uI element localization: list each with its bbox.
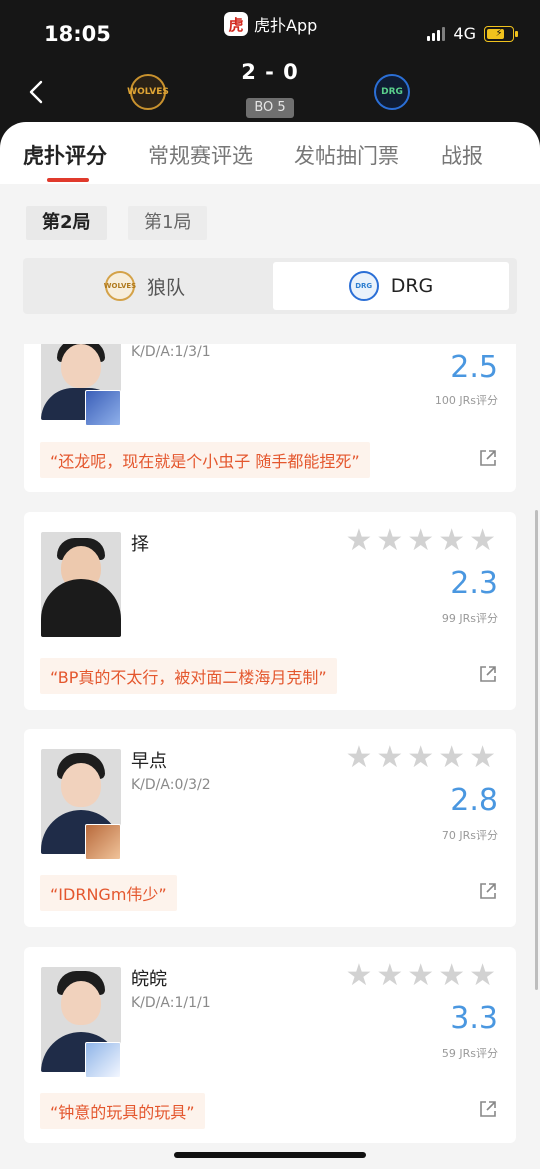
player-kda: K/D/A:1/1/1: [131, 995, 211, 1011]
star-icon[interactable]: ★: [345, 961, 372, 991]
player-score: 3.3: [450, 1001, 498, 1036]
star-icon[interactable]: ★: [407, 743, 434, 773]
star-icon[interactable]: ★: [376, 743, 403, 773]
player-card[interactable]: 择 ★ ★ ★ ★ ★ 2.3 99 JRs评分 “BP真的不太行，被对面二楼海…: [24, 512, 516, 710]
player-name: 皖皖: [131, 969, 167, 990]
filter-area: 第2局 第1局 WOLVES 狼队 DRG DRG: [0, 184, 540, 344]
star-icon[interactable]: ★: [469, 961, 496, 991]
star-icon[interactable]: ★: [407, 961, 434, 991]
team-b-logo[interactable]: DRG: [374, 74, 410, 110]
share-icon[interactable]: [478, 881, 498, 901]
team-option-label: 狼队: [146, 276, 185, 299]
app-chip[interactable]: 虎 虎扑App: [224, 12, 317, 36]
status-time: 18:05: [44, 22, 111, 46]
match-format-badge: BO 5: [246, 98, 294, 118]
player-card[interactable]: K/D/A:1/3/1 2.5 100 JRs评分 “还龙呢，现在就是个小虫子 …: [24, 344, 516, 492]
star-icon[interactable]: ★: [345, 526, 372, 556]
tab-post-ticket-draw[interactable]: 发帖抽门票: [294, 140, 399, 170]
share-icon[interactable]: [478, 1099, 498, 1119]
app-name: 虎扑App: [254, 16, 318, 35]
player-vote-count: 59 JRs评分: [441, 1047, 498, 1060]
tab-hupu-rating[interactable]: 虎扑评分: [23, 140, 107, 170]
hupu-app-icon: 虎: [224, 12, 248, 36]
round-2-button[interactable]: 第2局: [26, 206, 107, 240]
hero-icon: [85, 1042, 121, 1078]
share-icon[interactable]: [478, 448, 498, 468]
star-icon[interactable]: ★: [438, 743, 465, 773]
player-card[interactable]: 早点 K/D/A:0/3/2 ★ ★ ★ ★ ★ 2.8 70 JRs评分 “I…: [24, 729, 516, 927]
network-type: 4G: [453, 24, 476, 43]
player-avatar: [41, 532, 121, 637]
tab-match-report[interactable]: 战报: [441, 140, 483, 170]
match-score: 2 - 0: [241, 60, 299, 84]
star-icon[interactable]: ★: [345, 743, 372, 773]
battery-icon: ⚡: [484, 25, 518, 42]
star-icon[interactable]: ★: [407, 526, 434, 556]
top-comment[interactable]: “钟意的玩具的玩具”: [40, 1093, 205, 1129]
top-comment[interactable]: “IDRNGm伟少”: [40, 875, 177, 911]
team-option-label: DRG: [390, 275, 434, 297]
team-option-drg[interactable]: DRG DRG: [273, 262, 509, 310]
star-icon[interactable]: ★: [376, 526, 403, 556]
star-rating[interactable]: ★ ★ ★ ★ ★: [345, 526, 496, 556]
home-indicator[interactable]: [174, 1152, 366, 1158]
player-vote-count: 100 JRs评分: [434, 394, 498, 407]
signal-icon: [427, 26, 446, 41]
tab-regular-season-vote[interactable]: 常规赛评选: [148, 140, 253, 170]
scrollbar[interactable]: [535, 510, 538, 990]
hero-icon: [85, 824, 121, 860]
player-vote-count: 70 JRs评分: [441, 829, 498, 842]
star-rating[interactable]: ★ ★ ★ ★ ★: [345, 961, 496, 991]
tab-bar: 虎扑评分 常规赛评选 发帖抽门票 战报: [0, 122, 540, 184]
status-indicators: 4G ⚡: [427, 24, 518, 43]
hero-icon: [85, 390, 121, 426]
team-switch: WOLVES 狼队 DRG DRG: [23, 258, 517, 314]
star-icon[interactable]: ★: [469, 526, 496, 556]
star-icon[interactable]: ★: [469, 743, 496, 773]
player-name: 早点: [131, 751, 167, 772]
share-icon[interactable]: [478, 664, 498, 684]
active-tab-indicator: [47, 178, 89, 182]
player-kda: K/D/A:1/3/1: [131, 344, 211, 360]
wolves-logo-icon: WOLVES: [104, 271, 136, 301]
top-comment[interactable]: “还龙呢，现在就是个小虫子 随手都能捏死”: [40, 442, 370, 478]
team-option-wolves[interactable]: WOLVES 狼队: [27, 262, 263, 310]
player-score: 2.5: [450, 350, 498, 385]
star-icon[interactable]: ★: [376, 961, 403, 991]
player-card[interactable]: 皖皖 K/D/A:1/1/1 ★ ★ ★ ★ ★ 3.3 59 JRs评分 “钟…: [24, 947, 516, 1143]
player-score: 2.8: [450, 783, 498, 818]
player-name: 择: [131, 534, 149, 555]
top-comment[interactable]: “BP真的不太行，被对面二楼海月克制”: [40, 658, 337, 694]
player-vote-count: 99 JRs评分: [441, 612, 498, 625]
drg-logo-icon: DRG: [348, 271, 379, 301]
star-icon[interactable]: ★: [438, 526, 465, 556]
round-1-button[interactable]: 第1局: [128, 206, 208, 240]
star-rating[interactable]: ★ ★ ★ ★ ★: [345, 743, 496, 773]
player-score: 2.3: [450, 566, 498, 601]
player-kda: K/D/A:0/3/2: [131, 777, 211, 793]
star-icon[interactable]: ★: [438, 961, 465, 991]
